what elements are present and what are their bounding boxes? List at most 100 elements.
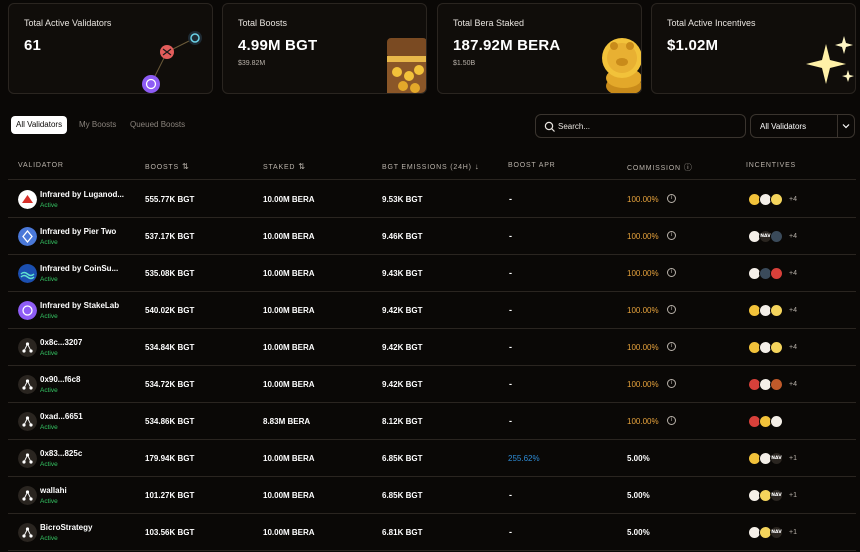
table-row[interactable]: 0x90...f6c8 Active 534.72K BGT 10.00M BERA 9… — [8, 366, 856, 403]
boosts-cell: 103.56K BGT — [145, 528, 195, 537]
emissions-cell: 9.46K BGT — [382, 232, 423, 241]
status-badge: Active — [40, 239, 58, 246]
more-incentives-count[interactable]: +1 — [789, 492, 797, 499]
stat-sub-value: $39.82M — [238, 60, 266, 67]
boosts-cell: 555.77K BGT — [145, 195, 195, 204]
boost-apr-cell: - — [509, 305, 512, 315]
boosts-cell: 540.02K BGT — [145, 306, 195, 315]
staked-cell: 10.00M BERA — [263, 343, 315, 352]
chevron-down-icon[interactable] — [841, 121, 851, 131]
nav-token-icon: NAV — [770, 526, 783, 539]
validator-name[interactable]: BicroStrategy — [40, 523, 92, 532]
more-incentives-count[interactable]: +1 — [789, 529, 797, 536]
node-icon — [18, 338, 37, 357]
validator-name[interactable]: wallahi — [40, 486, 67, 495]
nav-token-icon: NAV — [770, 489, 783, 502]
validator-name[interactable]: 0x90...f6c8 — [40, 375, 80, 384]
col-boosts[interactable]: BOOSTS ⇅ — [145, 162, 190, 171]
info-icon[interactable]: i — [667, 342, 676, 351]
commission-cell: 100.00% — [627, 380, 659, 389]
tab-all-validators[interactable]: All Validators — [11, 116, 68, 134]
staked-cell: 10.00M BERA — [263, 528, 315, 537]
staked-cell: 10.00M BERA — [263, 491, 315, 500]
node-icon — [18, 523, 37, 542]
table-row[interactable]: Infrared by Luganod... Active 555.77K BGT 1… — [8, 181, 856, 218]
face-token-icon — [770, 415, 783, 428]
boost-apr-cell: - — [509, 194, 512, 204]
validator-name[interactable]: 0x8c...3207 — [40, 338, 82, 347]
table-row[interactable]: 0x8c...3207 Active 534.84K BGT 10.00M BERA 9… — [8, 329, 856, 366]
boost-apr-cell: - — [509, 416, 512, 426]
stat-value: 187.92M BERA — [453, 37, 561, 54]
sort-desc-icon[interactable]: ↓ — [475, 162, 480, 171]
sort-arrows-icon[interactable]: ⇅ — [298, 162, 306, 171]
info-icon[interactable]: i — [667, 268, 676, 277]
more-incentives-count[interactable]: +4 — [789, 344, 797, 351]
status-badge: Active — [40, 387, 58, 394]
search-icon — [544, 121, 555, 132]
boost-apr-cell: - — [509, 342, 512, 352]
node-icon — [18, 412, 37, 431]
boost-apr-cell: - — [509, 379, 512, 389]
table-row[interactable]: wallahi Active 101.27K BGT 10.00M BERA 6.85K… — [8, 477, 856, 514]
more-incentives-count[interactable]: +4 — [789, 307, 797, 314]
emissions-cell: 9.43K BGT — [382, 269, 423, 278]
stat-card-bera-staked: Total Bera Staked 187.92M BERA $1.50B — [437, 3, 642, 94]
col-staked[interactable]: STAKED ⇅ — [263, 162, 306, 171]
more-incentives-count[interactable]: +1 — [789, 455, 797, 462]
info-icon[interactable]: i — [667, 231, 676, 240]
tab-queued-boosts[interactable]: Queued Boosts — [125, 116, 190, 134]
emissions-cell: 9.42K BGT — [382, 343, 423, 352]
boost-apr-cell: - — [509, 268, 512, 278]
stat-card-active-incentives: Total Active Incentives $1.02M — [651, 3, 856, 94]
table-row[interactable]: Infrared by CoinSu... Active 535.08K BGT 10… — [8, 255, 856, 292]
col-validator: VALIDATOR — [18, 162, 64, 169]
boosts-cell: 534.86K BGT — [145, 417, 195, 426]
table-row[interactable]: Infrared by Pier Two Active 537.17K BGT 10.… — [8, 218, 856, 255]
boost-apr-cell: - — [509, 231, 512, 241]
more-incentives-count[interactable]: +4 — [789, 381, 797, 388]
validator-name[interactable]: 0x83...825c — [40, 449, 82, 458]
more-incentives-count[interactable]: +4 — [789, 270, 797, 277]
tab-my-boosts[interactable]: My Boosts — [74, 116, 121, 134]
table-row[interactable]: 0xad...6651 Active 534.86K BGT 8.83M BERA 8.… — [8, 403, 856, 440]
more-incentives-count[interactable]: +4 — [789, 196, 797, 203]
info-icon[interactable]: i — [667, 379, 676, 388]
node-icon — [18, 375, 37, 394]
select-value: All Validators — [760, 122, 807, 131]
col-emissions[interactable]: BGT EMISSIONS (24H) ↓ — [382, 162, 480, 171]
info-icon[interactable]: i — [667, 194, 676, 203]
validator-name[interactable]: Infrared by Pier Two — [40, 227, 116, 236]
table-row[interactable]: Infrared by StakeLab Active 540.02K BGT 10.… — [8, 292, 856, 329]
emissions-cell: 6.85K BGT — [382, 491, 423, 500]
staked-cell: 10.00M BERA — [263, 380, 315, 389]
validator-name[interactable]: Infrared by Luganod... — [40, 190, 124, 199]
info-icon[interactable]: i — [667, 305, 676, 314]
staked-cell: 8.83M BERA — [263, 417, 311, 426]
stat-value: $1.02M — [667, 37, 719, 54]
yellow-token-icon — [770, 304, 783, 317]
stat-value: 4.99M BGT — [238, 37, 318, 54]
boost-apr-cell: - — [509, 527, 512, 537]
validator-filter-select[interactable]: All Validators — [750, 114, 855, 138]
validator-nodes-illustration — [142, 31, 202, 93]
more-incentives-count[interactable]: +4 — [789, 233, 797, 240]
nav-token-icon: NAV — [770, 452, 783, 465]
validator-name[interactable]: 0xad...6651 — [40, 412, 83, 421]
status-badge: Active — [40, 535, 58, 542]
col-boost-apr: BOOST APR — [508, 162, 556, 169]
status-badge: Active — [40, 350, 58, 357]
status-badge: Active — [40, 498, 58, 505]
table-row[interactable]: 0x83...825c Active 179.94K BGT 10.00M BERA 6… — [8, 440, 856, 477]
select-divider — [837, 115, 838, 137]
search-input[interactable] — [558, 119, 738, 134]
table-row[interactable]: BicroStrategy Active 103.56K BGT 10.00M BER… — [8, 514, 856, 551]
emissions-cell: 8.12K BGT — [382, 417, 423, 426]
commission-cell: 100.00% — [627, 269, 659, 278]
validator-name[interactable]: Infrared by CoinSu... — [40, 264, 118, 273]
info-icon[interactable]: i — [667, 416, 676, 425]
validator-name[interactable]: Infrared by StakeLab — [40, 301, 119, 310]
stat-label: Total Active Incentives — [667, 18, 756, 28]
sort-arrows-icon[interactable]: ⇅ — [182, 162, 190, 171]
boost-apr-cell: - — [509, 490, 512, 500]
